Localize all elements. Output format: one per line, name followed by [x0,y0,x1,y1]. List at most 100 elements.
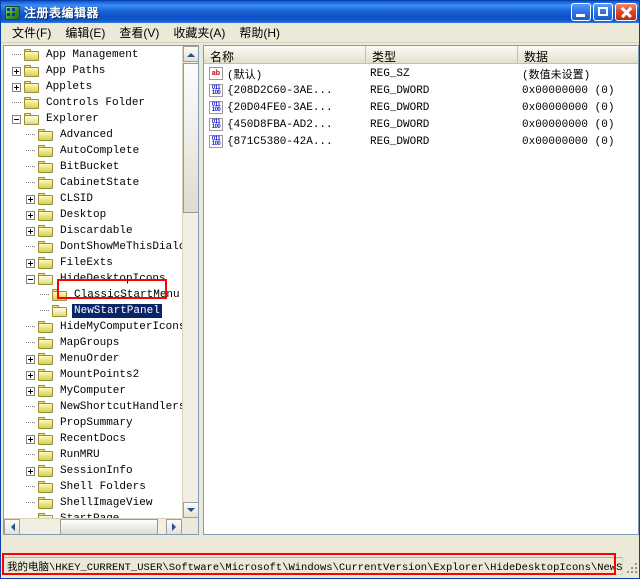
tree-node-label: NewShortcutHandlers [60,401,182,413]
value-row[interactable]: 011 100 {208D2C60-3AE... REG_DWORD 0x0000000… [204,82,638,99]
tree-node[interactable]: CabinetState [4,175,182,191]
folder-icon [38,128,54,142]
expand-icon[interactable] [26,258,35,268]
tree-node[interactable]: Applets [4,79,182,95]
tree-node[interactable]: BitBucket [4,159,182,175]
tree-node[interactable]: MapGroups [4,335,182,351]
tree-node[interactable]: ClassicStartMenu [4,287,182,303]
expand-icon[interactable] [26,434,35,444]
tree-node[interactable]: Advanced [4,127,182,143]
tree-node[interactable]: SessionInfo [4,463,182,479]
expand-icon[interactable] [26,226,35,236]
tree-node-label: SessionInfo [60,465,133,477]
expand-icon[interactable] [12,66,21,76]
tree-horizontal-scroll-thumb[interactable] [60,519,158,534]
value-type-cell: REG_DWORD [370,118,430,131]
expand-icon[interactable] [26,210,35,220]
folder-icon [52,288,68,302]
column-header-data[interactable]: 数据 [518,46,638,64]
collapse-icon[interactable] [12,114,21,124]
expand-icon[interactable] [26,354,35,364]
value-row[interactable]: 011 100 {20D04FE0-3AE... REG_DWORD 0x0000000… [204,99,638,116]
tree-node[interactable]: Controls Folder [4,95,182,111]
menu-favorites[interactable]: 收藏夹(A) [166,22,232,43]
tree-node[interactable]: AutoComplete [4,143,182,159]
expand-icon[interactable] [26,194,35,204]
tree-scroll-left-button[interactable] [4,519,20,534]
tree-scroll-down-button[interactable] [183,502,198,518]
tree-node[interactable]: DontShowMeThisDialogA [4,239,182,255]
tree-node[interactable]: Desktop [4,207,182,223]
tree-node[interactable]: ShellImageView [4,495,182,511]
menu-help[interactable]: 帮助(H) [232,22,287,43]
resize-grip-icon[interactable] [623,557,639,575]
tree-node[interactable]: App Management [4,47,182,63]
tree-node[interactable]: Discardable [4,223,182,239]
tree-scroll-up-button[interactable] [183,46,198,62]
tree-node[interactable]: Explorer [4,111,182,127]
expand-icon[interactable] [26,466,35,476]
menu-edit[interactable]: 编辑(E) [58,22,112,43]
tree-node-label: RecentDocs [60,433,127,445]
tree-node[interactable]: App Paths [4,63,182,79]
registry-tree[interactable]: App Management App Paths Applets Controls F… [4,46,182,534]
expand-icon[interactable] [26,370,35,380]
tree-node[interactable]: Shell Folders [4,479,182,495]
values-list[interactable]: ab (默认) REG_SZ (数值未设置) 011 100 {208D2C60-3AE..… [204,65,638,534]
value-row[interactable]: ab (默认) REG_SZ (数值未设置) [204,65,638,82]
tree-node[interactable]: MountPoints2 [4,367,182,383]
tree-node-label: MountPoints2 [60,369,140,381]
menu-view[interactable]: 查看(V) [112,22,166,43]
folder-icon [24,48,40,62]
folder-icon [38,416,54,430]
column-header-name[interactable]: 名称 [204,46,366,64]
expand-icon[interactable] [26,386,35,396]
title-bar: 注册表编辑器 [1,1,639,23]
minimize-button[interactable] [571,3,591,21]
tree-node[interactable]: CLSID [4,191,182,207]
folder-icon [38,496,54,510]
folder-icon [38,464,54,478]
tree-guide-line [26,454,35,456]
dword-value-icon: 011 100 [209,118,223,131]
close-button[interactable] [615,3,637,21]
window-controls [571,3,637,21]
tree-vertical-scrollbar[interactable] [182,46,198,518]
tree-scroll-right-button[interactable] [166,519,182,534]
tree-node[interactable]: HideDesktopIcons [4,271,182,287]
expand-icon[interactable] [12,82,21,92]
tree-node-label: CabinetState [60,177,140,189]
tree-vertical-scroll-thumb[interactable] [183,63,198,213]
dword-value-icon: 011 100 [209,84,223,97]
tree-node-label: DontShowMeThisDialogA [60,241,182,253]
menu-bar: 文件(F) 编辑(E) 查看(V) 收藏夹(A) 帮助(H) [1,23,639,43]
folder-icon [38,400,54,414]
tree-horizontal-scrollbar[interactable] [4,518,182,534]
value-name-cell: 011 100 {871C5380-42A... [204,135,366,148]
value-name-label: {20D04FE0-3AE... [227,101,333,114]
tree-node[interactable]: HideMyComputerIcons [4,319,182,335]
value-name-label: {450D8FBA-AD2... [227,118,333,131]
value-row[interactable]: 011 100 {450D8FBA-AD2... REG_DWORD 0x0000000… [204,116,638,133]
tree-node[interactable]: RunMRU [4,447,182,463]
tree-node[interactable]: MenuOrder [4,351,182,367]
menu-file[interactable]: 文件(F) [5,22,58,43]
dword-value-icon: 011 100 [209,135,223,148]
tree-node[interactable]: FileExts [4,255,182,271]
tree-guide-line [26,486,35,488]
tree-node[interactable]: RecentDocs [4,431,182,447]
registry-values-pane: 名称 类型 数据 ab (默认) REG_SZ (数值未设置) 011 100 {208D2… [203,45,639,535]
tree-node[interactable]: PropSummary [4,415,182,431]
maximize-button[interactable] [593,3,613,21]
collapse-icon[interactable] [26,274,35,284]
column-header-type[interactable]: 类型 [366,46,518,64]
value-name-cell: 011 100 {20D04FE0-3AE... [204,101,366,114]
tree-node[interactable]: MyComputer [4,383,182,399]
status-path-text: 我的电脑\HKEY_CURRENT_USER\Software\Microsof… [3,557,623,575]
value-row[interactable]: 011 100 {871C5380-42A... REG_DWORD 0x0000000… [204,133,638,150]
dword-value-icon: 011 100 [209,101,223,114]
folder-icon [38,448,54,462]
folder-icon [38,144,54,158]
tree-node[interactable]: NewStartPanel [4,303,182,319]
tree-node[interactable]: NewShortcutHandlers [4,399,182,415]
